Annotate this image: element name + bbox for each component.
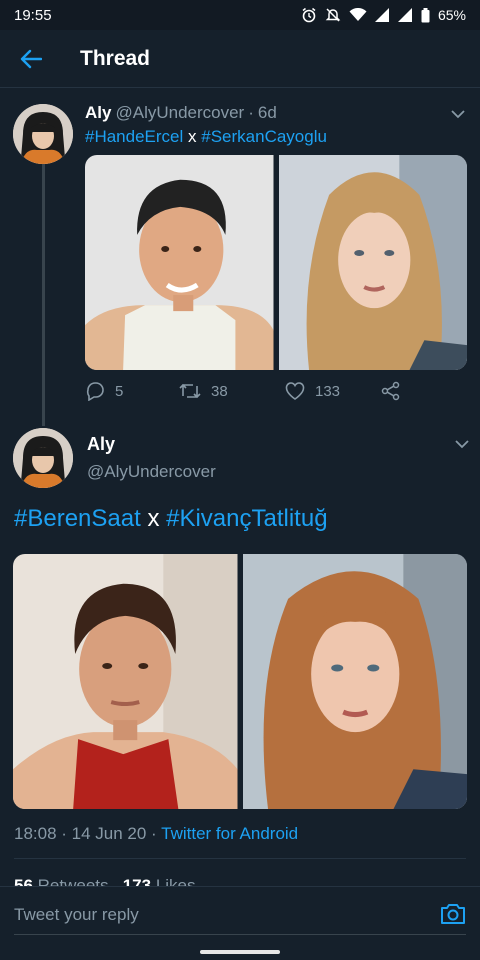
- wifi-icon: [349, 8, 367, 21]
- status-icons: 65%: [301, 7, 466, 23]
- thread-connector-line: [42, 160, 45, 426]
- tweet-text: #BerenSaat x #KivançTatlituğ: [14, 505, 328, 533]
- x-separator: x: [147, 505, 160, 532]
- tweet-age: 6d: [257, 103, 277, 122]
- share-button[interactable]: [381, 381, 401, 401]
- tweet-header: Aly @AlyUndercover · 6d: [85, 103, 277, 123]
- tweet-source-link[interactable]: Twitter for Android: [161, 824, 298, 843]
- tweet-author-name[interactable]: Aly: [87, 434, 115, 455]
- reply-button[interactable]: 5: [85, 381, 179, 401]
- hashtag-link[interactable]: #SerkanCayoglu: [201, 127, 327, 146]
- tweet-text: #HandeErcel x #SerkanCayoglu: [85, 127, 327, 147]
- app-bar: Thread: [0, 30, 480, 88]
- heart-icon: [285, 382, 305, 400]
- status-time: 19:55: [14, 6, 52, 24]
- separator-dot: ·: [248, 103, 254, 122]
- signal-icon: [374, 8, 389, 22]
- reply-input[interactable]: Tweet your reply: [14, 905, 139, 925]
- reply-input-underline: [14, 934, 466, 935]
- battery-icon: [421, 7, 430, 22]
- mute-icon: [325, 8, 341, 22]
- tweet-author-handle[interactable]: @AlyUndercover: [115, 103, 244, 123]
- divider: [14, 858, 466, 859]
- page-title: Thread: [80, 46, 151, 70]
- retweet-button[interactable]: 38: [179, 382, 285, 400]
- retweet-icon: [179, 383, 201, 399]
- camera-icon[interactable]: [440, 902, 466, 926]
- hashtag-link[interactable]: #HandeErcel: [85, 127, 183, 146]
- avatar[interactable]: [13, 428, 73, 488]
- battery-percent: 65%: [437, 7, 466, 23]
- tweet-media: [85, 155, 467, 370]
- reply-icon: [86, 382, 104, 401]
- like-button[interactable]: 133: [285, 382, 381, 400]
- tweet-author-name[interactable]: Aly: [85, 103, 111, 123]
- tweet-media: [13, 554, 467, 809]
- like-count: 133: [315, 382, 341, 400]
- share-icon: [381, 381, 400, 401]
- gesture-nav-handle[interactable]: [200, 950, 280, 954]
- retweet-count: 38: [211, 382, 228, 400]
- chevron-down-icon[interactable]: [452, 434, 472, 454]
- back-button[interactable]: [0, 30, 62, 88]
- media-image-woman[interactable]: [278, 155, 467, 370]
- alarm-icon: [302, 7, 316, 23]
- media-image-man[interactable]: [13, 554, 238, 809]
- tweet-actions: 5 38 133: [85, 381, 401, 401]
- tweet-timestamp: 18:08 · 14 Jun 20 · Twitter for Android: [14, 824, 298, 844]
- tweet-time: 18:08 · 14 Jun 20 ·: [14, 824, 162, 843]
- x-separator: x: [188, 127, 197, 146]
- tweet-author-handle[interactable]: @AlyUndercover: [87, 462, 216, 482]
- signal-icon-2: [397, 8, 412, 22]
- status-bar: 19:55 65%: [0, 0, 480, 30]
- media-image-man[interactable]: [85, 155, 274, 370]
- avatar[interactable]: [13, 104, 73, 164]
- chevron-down-icon[interactable]: [448, 104, 468, 124]
- media-image-woman[interactable]: [242, 554, 467, 809]
- back-arrow-icon: [20, 49, 42, 68]
- reply-count: 5: [115, 382, 124, 400]
- hashtag-link[interactable]: #KivançTatlituğ: [166, 505, 327, 532]
- hashtag-link[interactable]: #BerenSaat: [14, 505, 141, 532]
